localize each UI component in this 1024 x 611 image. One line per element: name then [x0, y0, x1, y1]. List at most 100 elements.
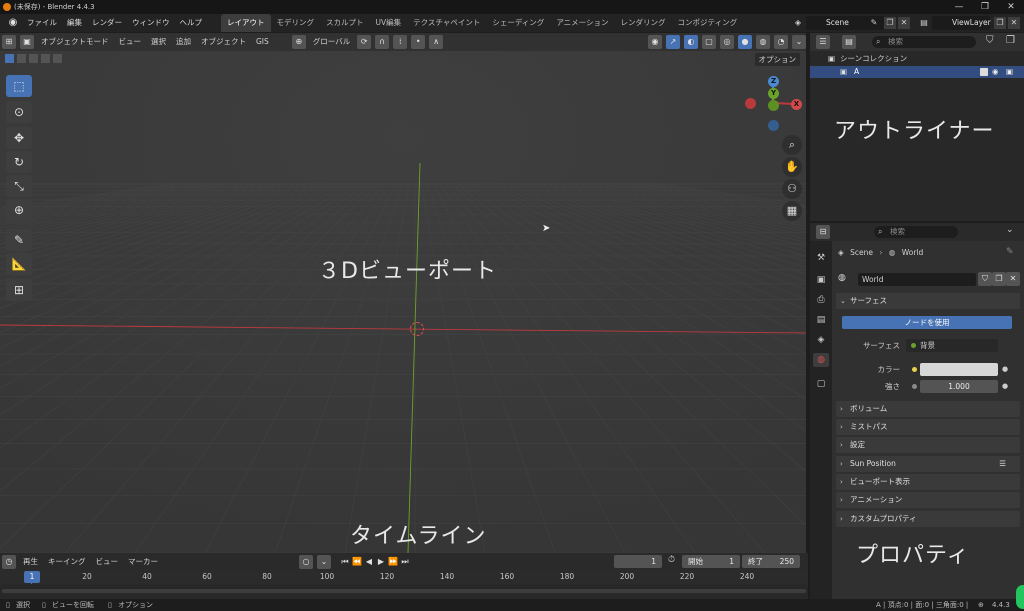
exclude-checkbox-icon[interactable] — [980, 68, 988, 76]
view-layer-selector[interactable]: ViewLayer — [932, 16, 991, 30]
gizmo-neg-z-axis[interactable] — [768, 120, 779, 131]
properties-options-icon[interactable]: ⌄ — [1006, 225, 1014, 235]
properties-editor-type-icon[interactable]: ⊟ — [816, 225, 830, 239]
cursor-tool-icon[interactable]: ⊙ — [6, 101, 32, 123]
measure-tool-icon[interactable]: 📐 — [6, 253, 32, 275]
render-tab-icon[interactable]: ▣ — [813, 273, 829, 287]
menu-timeline-view[interactable]: ビュー — [91, 556, 124, 567]
auto-keying-icon[interactable]: ○ — [299, 554, 313, 569]
tab-compositing[interactable]: コンポジティング — [672, 14, 744, 32]
panel-animation[interactable]: › アニメーション — [836, 492, 1020, 508]
camera-view-icon[interactable]: ⚇ — [782, 179, 802, 199]
select-invert-icon[interactable] — [40, 53, 51, 64]
fake-user-icon[interactable]: ⛉ — [978, 272, 992, 286]
maximize-button[interactable]: ❐ — [972, 0, 998, 14]
transform-orientation-dropdown[interactable]: グローバル — [308, 33, 355, 51]
jump-next-keyframe-icon[interactable]: ⏩ — [387, 555, 399, 568]
menu-object[interactable]: オブジェクト — [196, 33, 251, 51]
menu-edit[interactable]: 編集 — [62, 14, 87, 32]
display-mode-icon[interactable]: ▤ — [842, 35, 856, 49]
tab-rendering[interactable]: レンダリング — [615, 14, 672, 32]
pin-icon[interactable]: ✎ — [1006, 247, 1014, 257]
menu-marker[interactable]: マーカー — [123, 556, 163, 567]
outliner-editor[interactable]: ☰ ▤ ⌕ 検索 ⛉ ❐ ▣ シーンコレクション ▣ A ◉ ▣ アウトライナー — [810, 33, 1024, 221]
options-dropdown[interactable]: オプション — [754, 53, 800, 66]
new-scene-icon[interactable]: ❐ — [884, 17, 896, 29]
snap-icon[interactable]: ∩ — [375, 35, 390, 49]
view-layer-icon[interactable]: ▤ — [918, 17, 930, 29]
world-name-field[interactable]: World — [858, 273, 976, 286]
delete-scene-icon[interactable]: ✕ — [898, 17, 910, 29]
strength-field[interactable]: 1.000 — [920, 380, 998, 393]
xray-icon[interactable]: ▢ — [702, 35, 716, 49]
notification-badge[interactable] — [1016, 585, 1024, 609]
show-gizmo-icon[interactable]: ↗ — [666, 35, 680, 49]
current-frame-field[interactable]: 1 — [614, 555, 662, 568]
add-cube-tool-icon[interactable]: ⊞ — [6, 279, 32, 301]
timeline-editor-type-icon[interactable]: ◷ — [2, 554, 16, 569]
tree-item-scene-collection[interactable]: ▣ シーンコレクション — [810, 53, 1024, 65]
gizmo-x-axis[interactable]: X — [791, 99, 802, 110]
render-camera-icon[interactable]: ▣ — [1006, 66, 1013, 78]
pin-icon[interactable]: ✎ — [868, 17, 880, 29]
start-frame-field[interactable]: 開始 1 — [682, 555, 740, 568]
panel-viewport-display[interactable]: › ビューポート表示 — [836, 474, 1020, 490]
shading-options-icon[interactable]: ⌄ — [792, 35, 806, 49]
navigation-gizmo[interactable]: Z Y X — [740, 73, 806, 133]
gizmo-z-axis[interactable]: Z — [768, 76, 779, 87]
filter-icon[interactable]: ⛉ — [986, 35, 994, 46]
playhead[interactable]: 1 — [24, 571, 40, 583]
jump-prev-keyframe-icon[interactable]: ⏪ — [351, 555, 363, 568]
close-button[interactable]: ✕ — [998, 0, 1024, 14]
stopwatch-icon[interactable]: ⏱ — [668, 555, 675, 565]
scale-tool-icon[interactable]: ⤡ — [6, 175, 32, 197]
list-icon[interactable]: ☰ — [999, 456, 1006, 472]
jump-to-end-icon[interactable]: ⏭ — [399, 555, 411, 568]
outliner-editor-type-icon[interactable]: ☰ — [816, 35, 830, 49]
blender-menu-icon[interactable]: ◉ — [4, 14, 22, 32]
properties-search-field[interactable]: ⌕ 検索 — [874, 226, 958, 238]
menu-add[interactable]: 追加 — [171, 33, 196, 51]
move-tool-icon[interactable]: ✥ — [6, 127, 32, 149]
gizmo-neg-y-axis[interactable] — [768, 100, 779, 111]
select-box-tool-icon[interactable]: ⬚ — [6, 75, 32, 97]
menu-playback[interactable]: 再生 — [18, 556, 43, 567]
material-shading-icon[interactable]: ◍ — [756, 35, 770, 49]
outliner-search-field[interactable]: ⌕ 検索 — [872, 36, 976, 48]
scene-tab-icon[interactable]: ◈ — [813, 333, 829, 347]
collection-tab-icon[interactable]: ▢ — [813, 377, 829, 391]
output-tab-icon[interactable]: ⎙ — [813, 293, 829, 307]
proportional-edit-icon[interactable]: • — [411, 35, 426, 49]
panel-mist-pass[interactable]: › ミストパス — [836, 419, 1020, 435]
surface-shader-field[interactable]: 背景 — [906, 339, 998, 352]
visibility-eye-icon[interactable]: ◉ — [992, 66, 999, 78]
rendered-shading-icon[interactable]: ◔ — [774, 35, 788, 49]
panel-settings[interactable]: › 設定 — [836, 437, 1020, 453]
panel-surface[interactable]: ⌄ サーフェス — [836, 293, 1020, 309]
tab-animation[interactable]: アニメーション — [550, 14, 614, 32]
delete-view-layer-icon[interactable]: ✕ — [1008, 17, 1020, 29]
timeline-scrollbar[interactable] — [2, 589, 806, 593]
gizmo-y-axis[interactable]: Y — [768, 88, 779, 99]
tab-sculpting[interactable]: スカルプト — [320, 14, 370, 32]
menu-file[interactable]: ファイル — [22, 14, 62, 32]
menu-view[interactable]: ビュー — [114, 33, 147, 51]
panel-custom-properties[interactable]: › カスタムプロパティ — [836, 511, 1020, 527]
panel-sun-position[interactable]: › Sun Position ☰ — [836, 456, 1020, 472]
editor-type-icon[interactable]: ⊞ — [2, 35, 16, 49]
select-intersect-icon[interactable] — [52, 53, 63, 64]
play-icon[interactable]: ▶ — [375, 555, 387, 568]
tab-shading[interactable]: シェーディング — [486, 14, 550, 32]
select-extend-icon[interactable] — [16, 53, 27, 64]
falloff-icon[interactable]: ∧ — [429, 35, 444, 49]
use-nodes-button[interactable]: ノードを使用 — [842, 316, 1012, 329]
world-datablock-icon[interactable]: ◍ — [838, 273, 846, 283]
transform-tool-icon[interactable]: ⊕ — [6, 199, 32, 221]
unlink-world-icon[interactable]: ✕ — [1006, 272, 1020, 286]
timeline-track-area[interactable] — [0, 584, 808, 599]
menu-select[interactable]: 選択 — [146, 33, 171, 51]
gizmo-neg-x-axis[interactable] — [745, 98, 756, 109]
menu-keying[interactable]: キーイング — [43, 556, 91, 567]
tool-tab-icon[interactable]: ⚒ — [813, 251, 829, 265]
panel-volume[interactable]: › ボリューム — [836, 401, 1020, 417]
